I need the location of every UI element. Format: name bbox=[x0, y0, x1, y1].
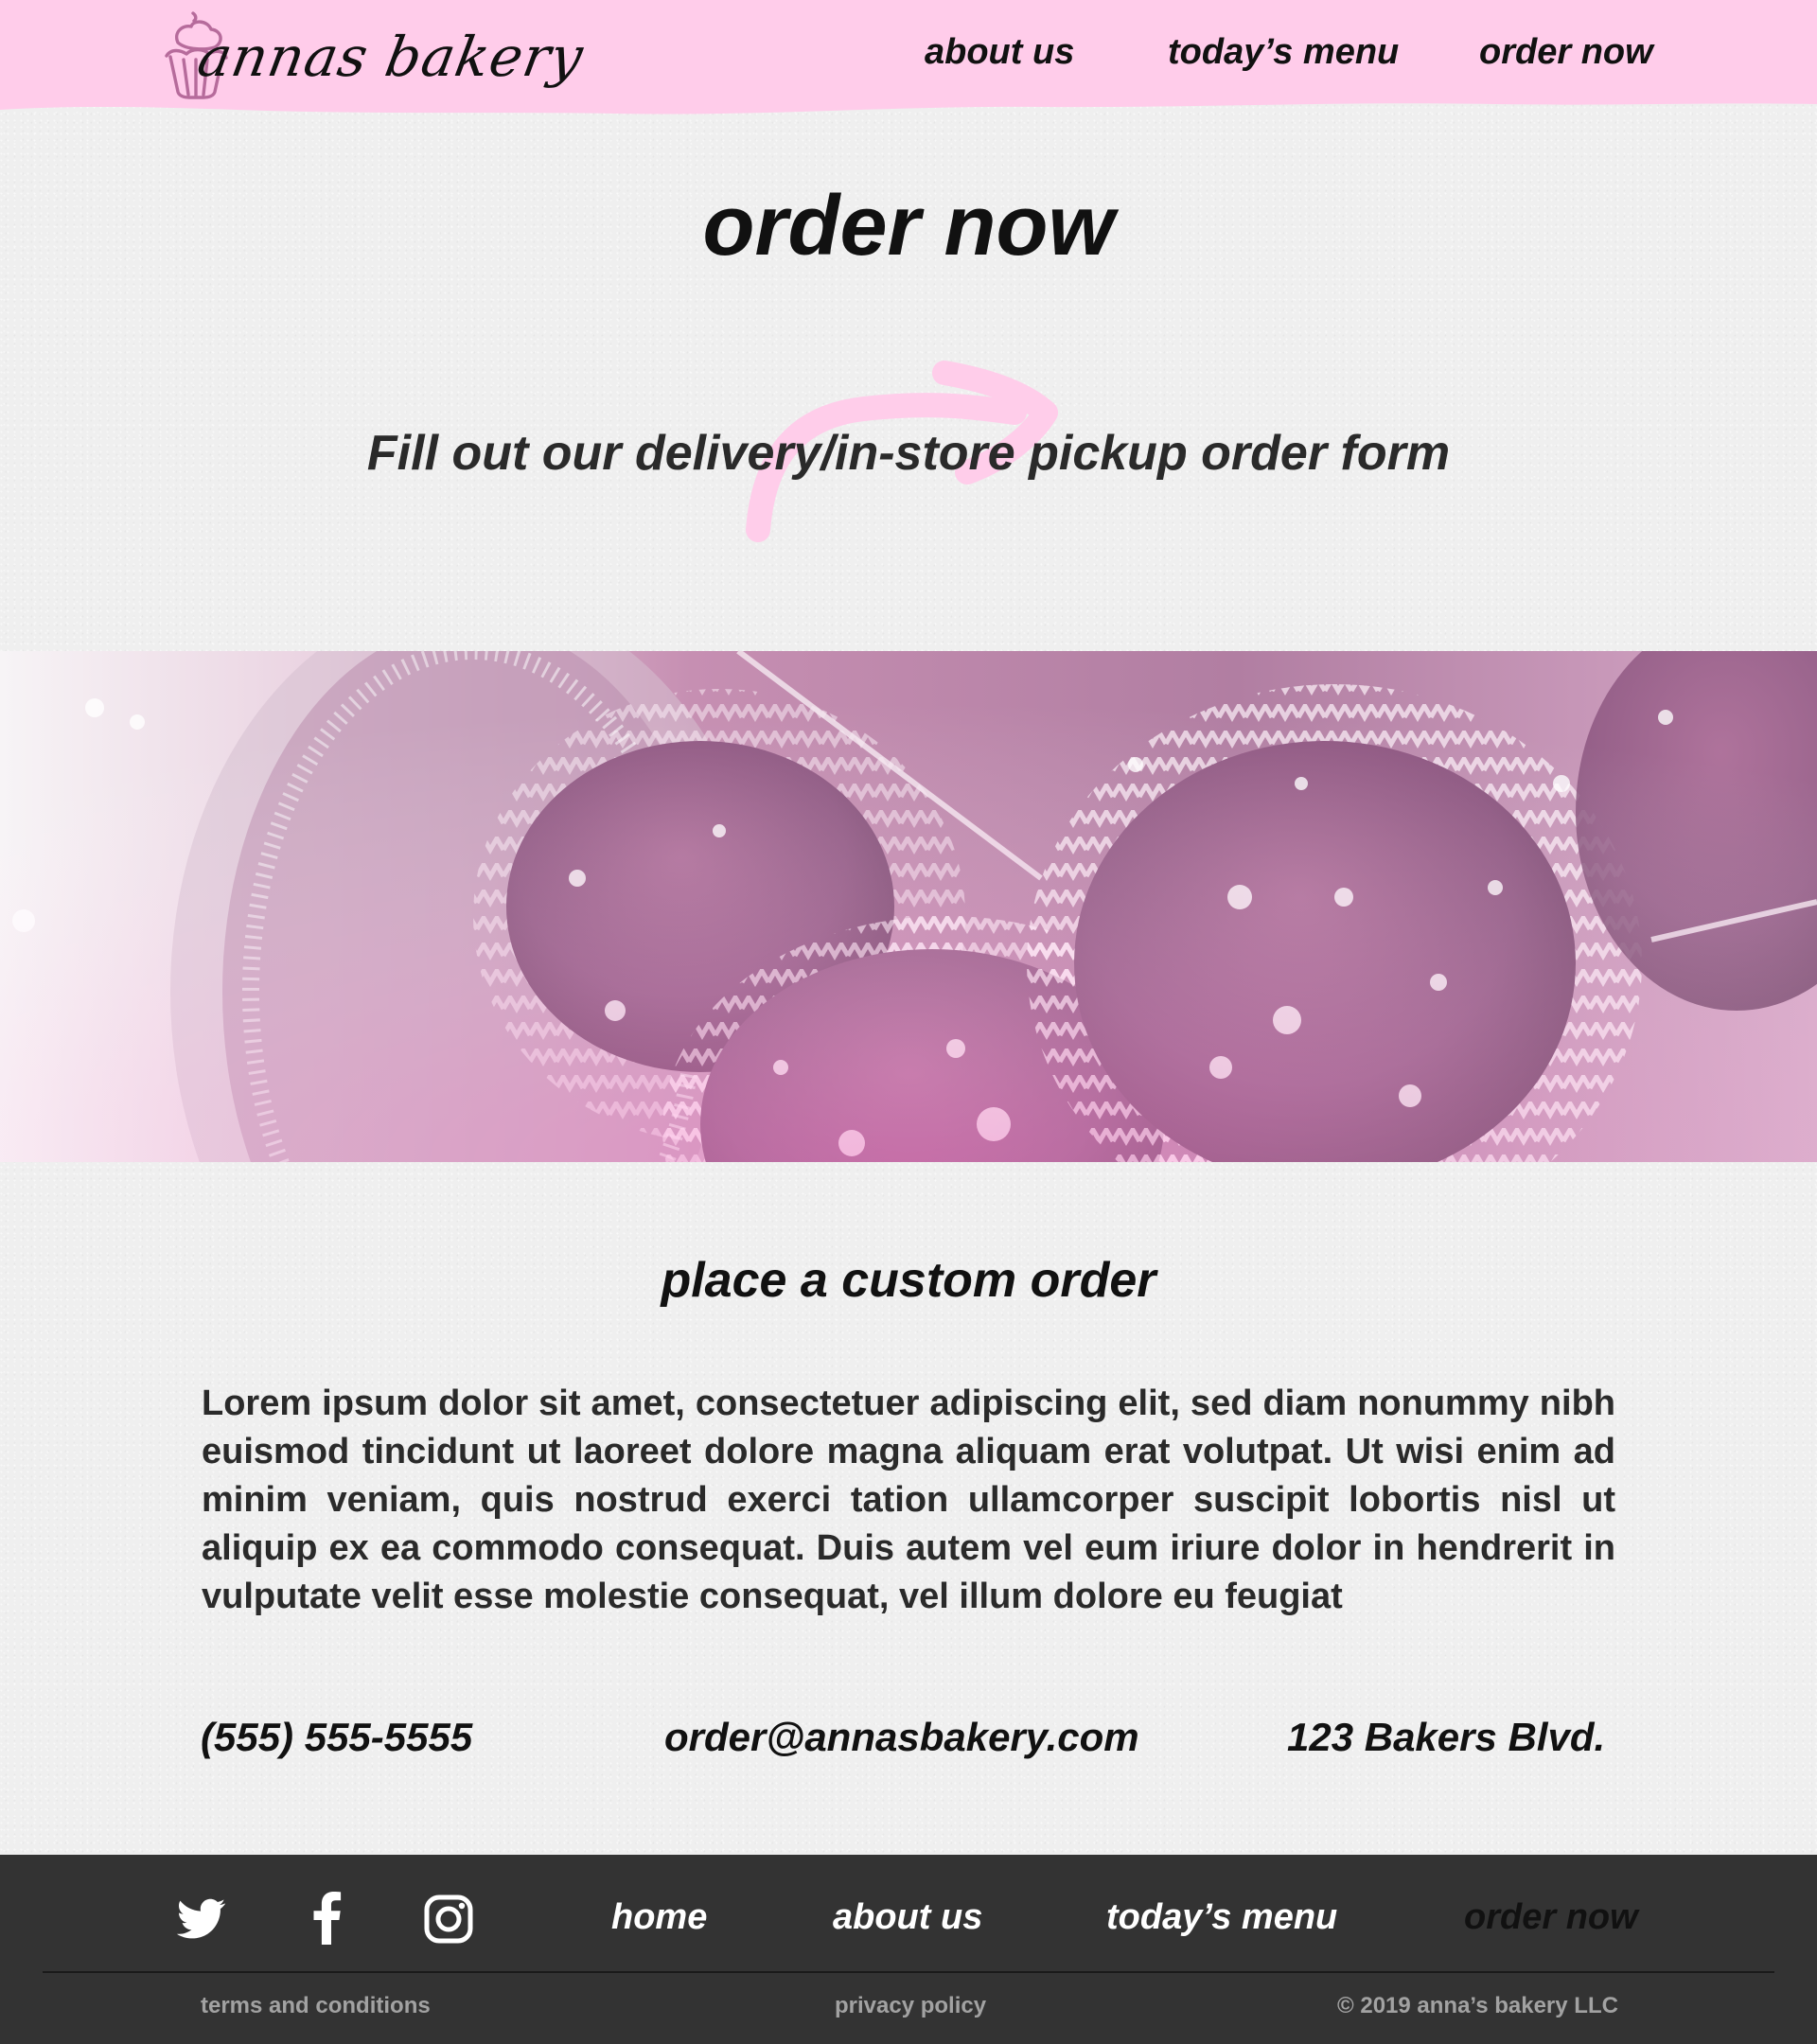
header-nav-order-now[interactable]: order now bbox=[1479, 32, 1653, 81]
order-form-link[interactable]: Fill out our delivery/in-store pickup or… bbox=[0, 420, 1817, 486]
page-title: order now bbox=[702, 179, 1115, 273]
footer-divider bbox=[43, 1971, 1774, 1973]
facebook-icon[interactable] bbox=[299, 1891, 356, 1947]
footer-nav-home[interactable]: home bbox=[611, 1891, 707, 1944]
terms-link[interactable]: terms and conditions bbox=[201, 1992, 431, 2020]
street-address: 123 Bakers Blvd. bbox=[1287, 1715, 1606, 1759]
custom-order-description: Lorem ipsum dolor sit amet, consectetuer… bbox=[202, 1383, 1615, 1616]
footer-nav-todays-menu[interactable]: today’s menu bbox=[1106, 1891, 1337, 1944]
cupcake-photo-illustration bbox=[0, 651, 1817, 1162]
bakery-logo[interactable]: annas bakery bbox=[159, 9, 589, 115]
header-nav-about-us[interactable]: about us bbox=[925, 32, 1074, 81]
order-now-page: annas bakery about us today’s menu order… bbox=[0, 0, 1817, 2044]
site-header: annas bakery about us today’s menu order… bbox=[0, 0, 1817, 117]
header-nav-todays-menu[interactable]: today’s menu bbox=[1168, 32, 1399, 81]
footer-nav-order-now[interactable]: order now bbox=[1464, 1891, 1638, 1944]
copyright-text: © 2019 anna’s bakery LLC bbox=[1337, 1993, 1618, 2018]
site-footer: home about us today’s menu order now ter… bbox=[0, 1855, 1817, 2044]
custom-order-title: place a custom order bbox=[661, 1253, 1156, 1308]
email-address[interactable]: order@annasbakery.com bbox=[664, 1711, 1139, 1764]
cupcake-photo bbox=[0, 651, 1817, 1162]
twitter-icon[interactable] bbox=[173, 1891, 230, 1947]
footer-nav-about-us[interactable]: about us bbox=[833, 1891, 982, 1944]
logo-wordmark: annas bakery bbox=[193, 25, 589, 89]
phone-number[interactable]: (555) 555-5555 bbox=[201, 1711, 472, 1764]
privacy-link[interactable]: privacy policy bbox=[835, 1992, 986, 2020]
instagram-icon[interactable] bbox=[420, 1891, 477, 1947]
